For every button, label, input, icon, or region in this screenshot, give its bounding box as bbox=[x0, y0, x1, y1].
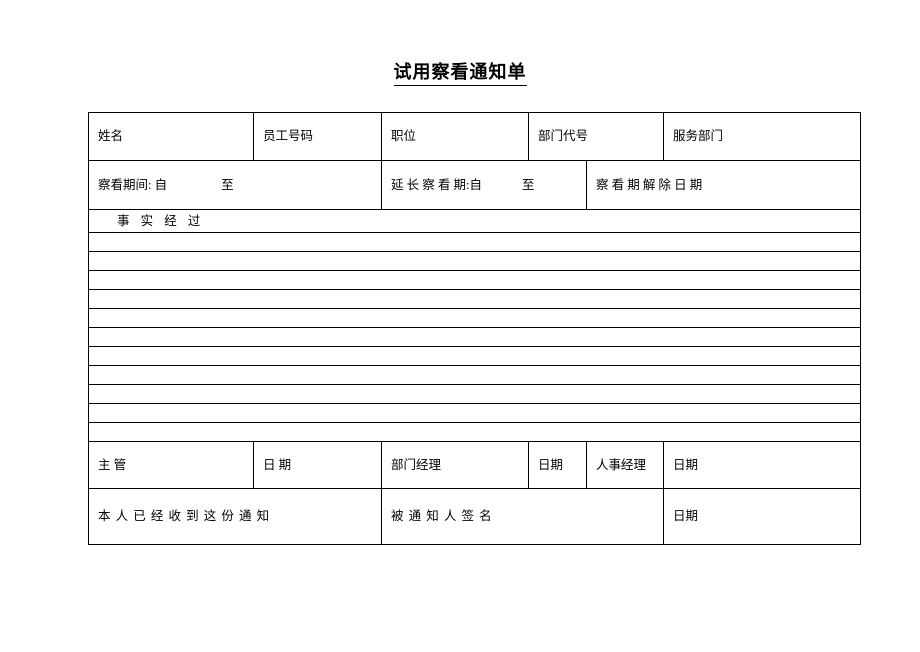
table-row-blank-line bbox=[87, 251, 862, 271]
page-title-wrapper: 试用察看通知单 bbox=[0, 58, 920, 86]
probation-period-to: 至 bbox=[221, 177, 234, 192]
table-row-acknowledgement: 本 人 已 经 收 到 这 份 通 知 被 通 知 人 签 名 日期 bbox=[87, 488, 862, 545]
table-row-blank-line bbox=[87, 422, 862, 442]
cell-blank-line[interactable] bbox=[87, 403, 862, 423]
cell-blank-line[interactable] bbox=[87, 251, 862, 271]
cell-dept-manager-date-label: 日期 bbox=[528, 441, 588, 489]
cell-blank-line[interactable] bbox=[87, 384, 862, 404]
table-row-signature: 主 管 日 期 部门经理 日期 人事经理 日期 bbox=[88, 441, 862, 489]
cell-blank-line[interactable] bbox=[87, 327, 862, 347]
cell-blank-line[interactable] bbox=[87, 308, 862, 328]
cell-probation-period: 察看期间: 自 至 bbox=[87, 160, 383, 210]
probation-period-label: 察看期间: 自 bbox=[98, 177, 168, 192]
table-row-blank-line bbox=[87, 384, 862, 404]
cell-dept-code-label: 部门代号 bbox=[528, 112, 665, 161]
table-row-identity: 姓名 员工号码 职位 部门代号 服务部门 bbox=[88, 112, 862, 161]
cell-acknowledgement-date-label: 日期 bbox=[663, 488, 862, 545]
cell-blank-line[interactable] bbox=[87, 232, 862, 252]
table-row-blank-line bbox=[87, 270, 862, 290]
cell-blank-line[interactable] bbox=[87, 289, 862, 309]
table-row-period: 察看期间: 自 至 延 长 察 看 期:自 至 察 看 期 解 除 日 期 bbox=[87, 160, 862, 210]
cell-hr-manager-date-label: 日期 bbox=[663, 441, 862, 489]
page-title: 试用察看通知单 bbox=[393, 58, 527, 86]
table-row-blank-line bbox=[87, 346, 862, 366]
document-page: 试用察看通知单 姓名 员工号码 职位 部门代号 服务部门 察看期间: 自 至 延 … bbox=[0, 0, 920, 652]
cell-supervisor-date-label: 日 期 bbox=[252, 441, 383, 489]
cell-notified-signature-label: 被 通 知 人 签 名 bbox=[381, 488, 665, 545]
table-row-blank-line bbox=[87, 232, 862, 252]
cell-extended-period: 延 长 察 看 期:自 至 bbox=[381, 160, 588, 210]
cell-blank-line[interactable] bbox=[87, 422, 862, 442]
cell-name-label: 姓名 bbox=[88, 112, 254, 161]
cell-blank-line[interactable] bbox=[87, 346, 862, 366]
cell-employee-no-label: 员工号码 bbox=[252, 112, 383, 161]
table-row-blank-line bbox=[87, 327, 862, 347]
cell-acknowledgement-text: 本 人 已 经 收 到 这 份 通 知 bbox=[87, 488, 383, 545]
table-row-blank-line bbox=[87, 308, 862, 328]
table-row-blank-line bbox=[87, 403, 862, 423]
extended-period-label: 延 长 察 看 期:自 bbox=[391, 177, 482, 192]
cell-supervisor-label: 主 管 bbox=[88, 441, 254, 489]
table-row-blank-line bbox=[87, 365, 862, 385]
table-row-facts-header: 事 实 经 过 bbox=[87, 209, 862, 233]
cell-release-date-label: 察 看 期 解 除 日 期 bbox=[586, 160, 862, 210]
cell-hr-manager-label: 人事经理 bbox=[586, 441, 665, 489]
cell-dept-manager-label: 部门经理 bbox=[381, 441, 530, 489]
cell-service-dept-label: 服务部门 bbox=[663, 112, 862, 161]
cell-blank-line[interactable] bbox=[87, 365, 862, 385]
cell-facts-label: 事 实 经 过 bbox=[87, 209, 862, 233]
extended-period-to: 至 bbox=[522, 177, 535, 192]
table-row-blank-line bbox=[87, 289, 862, 309]
cell-position-label: 职位 bbox=[381, 112, 530, 161]
cell-blank-line[interactable] bbox=[87, 270, 862, 290]
probation-notice-form-table: 姓名 员工号码 职位 部门代号 服务部门 察看期间: 自 至 延 长 察 看 期:… bbox=[87, 112, 862, 545]
